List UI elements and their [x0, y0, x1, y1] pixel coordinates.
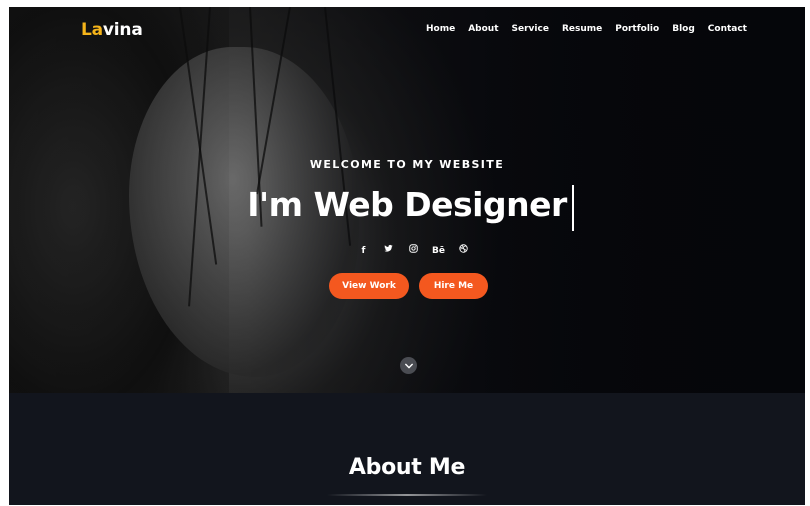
- about-title: About Me: [348, 455, 466, 480]
- nav-service[interactable]: Service: [512, 24, 549, 34]
- hero-headline-text: I'm Web Designer: [247, 185, 567, 224]
- nav-resume[interactable]: Resume: [562, 24, 602, 34]
- typing-cursor: [571, 185, 574, 231]
- site-logo[interactable]: Lavina: [81, 20, 143, 40]
- facebook-icon[interactable]: f: [351, 244, 376, 258]
- hero-section: Lavina Home About Service Resume Portfol…: [9, 7, 805, 393]
- instagram-icon[interactable]: [401, 244, 426, 258]
- behance-icon[interactable]: Bē: [426, 244, 451, 258]
- main-nav: Home About Service Resume Portfolio Blog…: [426, 24, 760, 34]
- logo-accent: La: [81, 20, 103, 40]
- hire-me-button[interactable]: Hire Me: [419, 273, 488, 299]
- hero-welcome-text: WELCOME TO MY WEBSITE: [309, 158, 505, 171]
- hero-headline-row: I'm Web Designer: [9, 185, 805, 231]
- page-frame: Lavina Home About Service Resume Portfol…: [9, 7, 805, 505]
- twitter-icon[interactable]: [376, 244, 401, 258]
- nav-contact[interactable]: Contact: [708, 24, 747, 34]
- logo-text: vina: [102, 20, 143, 40]
- about-title-divider: [327, 494, 487, 496]
- hero-headline: I'm Web Designer: [247, 185, 574, 231]
- about-section: About Me: [9, 393, 805, 505]
- nav-blog[interactable]: Blog: [672, 24, 695, 34]
- social-links: f Bē: [351, 244, 476, 258]
- view-work-button[interactable]: View Work: [329, 273, 409, 299]
- nav-home[interactable]: Home: [426, 24, 455, 34]
- nav-portfolio[interactable]: Portfolio: [615, 24, 659, 34]
- scroll-down-button[interactable]: [400, 357, 417, 374]
- dribbble-icon[interactable]: [451, 244, 476, 258]
- chevron-down-icon: [404, 363, 413, 368]
- nav-about[interactable]: About: [468, 24, 498, 34]
